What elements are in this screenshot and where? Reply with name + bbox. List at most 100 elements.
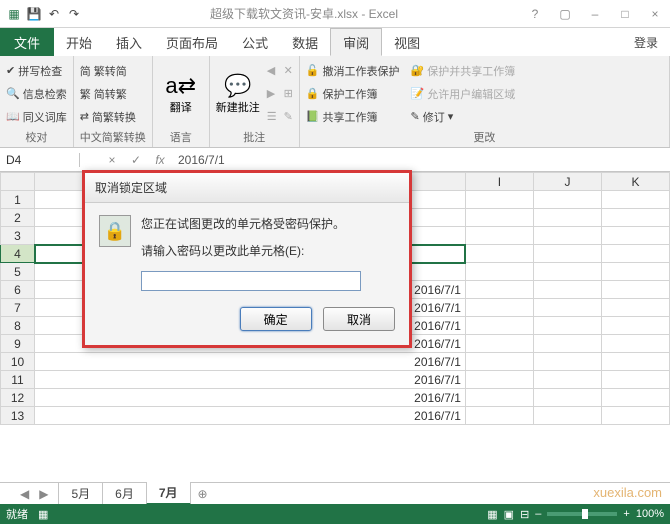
undo-icon[interactable]: ↶ xyxy=(46,6,62,22)
row-header[interactable]: 13 xyxy=(1,407,35,425)
tab-review[interactable]: 审阅 xyxy=(330,28,382,56)
sheet-tab-july[interactable]: 7月 xyxy=(146,482,191,505)
research-button[interactable]: 🔍 信息检索 xyxy=(6,85,67,103)
page-layout-view-icon[interactable]: ▣ xyxy=(504,508,514,521)
cell[interactable] xyxy=(533,317,601,335)
sheet-tab-may[interactable]: 5月 xyxy=(58,483,103,505)
simp-to-trad-button[interactable]: 繁 简转繁 xyxy=(80,85,136,103)
cell[interactable] xyxy=(533,281,601,299)
row-header[interactable]: 8 xyxy=(1,317,35,335)
cell[interactable] xyxy=(465,245,533,263)
cell[interactable] xyxy=(601,209,669,227)
tab-home[interactable]: 开始 xyxy=(54,28,104,56)
cell[interactable] xyxy=(533,227,601,245)
cell[interactable] xyxy=(533,263,601,281)
close-button[interactable]: × xyxy=(640,0,670,28)
fx-cancel-icon[interactable]: × xyxy=(100,153,124,167)
sheet-nav-next-icon[interactable]: ▶ xyxy=(39,487,48,501)
tab-data[interactable]: 数据 xyxy=(280,28,330,56)
cell[interactable] xyxy=(465,263,533,281)
select-all-corner[interactable] xyxy=(1,173,35,191)
cell[interactable] xyxy=(533,335,601,353)
row-header[interactable]: 10 xyxy=(1,353,35,371)
sheet-tab-june[interactable]: 6月 xyxy=(102,483,147,505)
formula-input[interactable]: 2016/7/1 xyxy=(172,153,670,167)
cell[interactable]: 2016/7/1 xyxy=(35,371,466,389)
chinese-conv-button[interactable]: ⇄ 简繁转换 xyxy=(80,108,136,126)
cell[interactable] xyxy=(465,191,533,209)
name-box[interactable]: D4 xyxy=(0,153,80,167)
ribbon-options-button[interactable]: ▢ xyxy=(550,0,580,28)
row-header[interactable]: 5 xyxy=(1,263,35,281)
cell[interactable] xyxy=(465,227,533,245)
col-header[interactable]: I xyxy=(465,173,533,191)
unprotect-sheet-button[interactable]: 🔓 撤消工作表保护 xyxy=(306,62,400,80)
cell[interactable] xyxy=(465,389,533,407)
cell[interactable] xyxy=(465,299,533,317)
col-header[interactable]: K xyxy=(601,173,669,191)
row-header[interactable]: 3 xyxy=(1,227,35,245)
row-header[interactable]: 7 xyxy=(1,299,35,317)
cell[interactable]: 2016/7/1 xyxy=(35,389,466,407)
cell[interactable] xyxy=(465,371,533,389)
cell[interactable] xyxy=(465,281,533,299)
cell[interactable] xyxy=(465,317,533,335)
row-header[interactable]: 11 xyxy=(1,371,35,389)
row-header[interactable]: 2 xyxy=(1,209,35,227)
row-header[interactable]: 12 xyxy=(1,389,35,407)
tab-layout[interactable]: 页面布局 xyxy=(154,28,230,56)
cell[interactable] xyxy=(533,209,601,227)
cancel-button[interactable]: 取消 xyxy=(323,307,395,331)
save-icon[interactable]: 💾 xyxy=(26,6,42,22)
cell[interactable] xyxy=(601,335,669,353)
protect-workbook-button[interactable]: 🔒 保护工作簿 xyxy=(306,85,400,103)
sheet-nav-prev-icon[interactable]: ◀ xyxy=(20,487,29,501)
translate-button[interactable]: a⇄ 翻译 xyxy=(159,59,203,128)
spellcheck-button[interactable]: ✔ 拼写检查 xyxy=(6,62,67,80)
cell[interactable] xyxy=(601,389,669,407)
zoom-level[interactable]: 100% xyxy=(636,508,664,520)
zoom-slider[interactable] xyxy=(547,512,617,516)
col-header[interactable]: J xyxy=(533,173,601,191)
tab-insert[interactable]: 插入 xyxy=(104,28,154,56)
redo-icon[interactable]: ↷ xyxy=(66,6,82,22)
help-button[interactable]: ? xyxy=(520,0,550,28)
cell[interactable] xyxy=(601,371,669,389)
cell[interactable] xyxy=(465,335,533,353)
cell[interactable] xyxy=(601,263,669,281)
login-link[interactable]: 登录 xyxy=(622,28,670,56)
row-header[interactable]: 6 xyxy=(1,281,35,299)
row-header[interactable]: 1 xyxy=(1,191,35,209)
track-changes-button[interactable]: ✎ 修订 ▾ xyxy=(411,108,516,126)
fx-icon[interactable]: fx xyxy=(148,153,172,167)
password-input[interactable] xyxy=(141,271,361,291)
normal-view-icon[interactable]: ▦ xyxy=(487,508,497,521)
cell[interactable] xyxy=(601,353,669,371)
cell[interactable] xyxy=(533,407,601,425)
row-header[interactable]: 4 xyxy=(1,245,35,263)
tab-formula[interactable]: 公式 xyxy=(230,28,280,56)
cell[interactable] xyxy=(601,407,669,425)
thesaurus-button[interactable]: 📖 同义词库 xyxy=(6,108,67,126)
cell[interactable] xyxy=(601,227,669,245)
cell[interactable] xyxy=(465,407,533,425)
add-sheet-button[interactable]: ⊕ xyxy=(190,485,216,503)
cell[interactable] xyxy=(601,191,669,209)
cell[interactable] xyxy=(601,317,669,335)
cell[interactable] xyxy=(601,299,669,317)
cell[interactable] xyxy=(533,389,601,407)
cell[interactable] xyxy=(533,371,601,389)
ok-button[interactable]: 确定 xyxy=(240,307,312,331)
share-workbook-button[interactable]: 📗 共享工作簿 xyxy=(306,108,400,126)
page-break-view-icon[interactable]: ⊟ xyxy=(520,508,529,521)
minimize-button[interactable]: – xyxy=(580,0,610,28)
row-header[interactable]: 9 xyxy=(1,335,35,353)
trad-to-simp-button[interactable]: 简 繁转简 xyxy=(80,62,136,80)
cell[interactable]: 2016/7/1 xyxy=(35,353,466,371)
cell[interactable] xyxy=(533,353,601,371)
cell[interactable]: 2016/7/1 xyxy=(35,407,466,425)
tab-view[interactable]: 视图 xyxy=(382,28,432,56)
cell[interactable] xyxy=(533,191,601,209)
cell[interactable] xyxy=(601,245,669,263)
tab-file[interactable]: 文件 xyxy=(0,28,54,56)
